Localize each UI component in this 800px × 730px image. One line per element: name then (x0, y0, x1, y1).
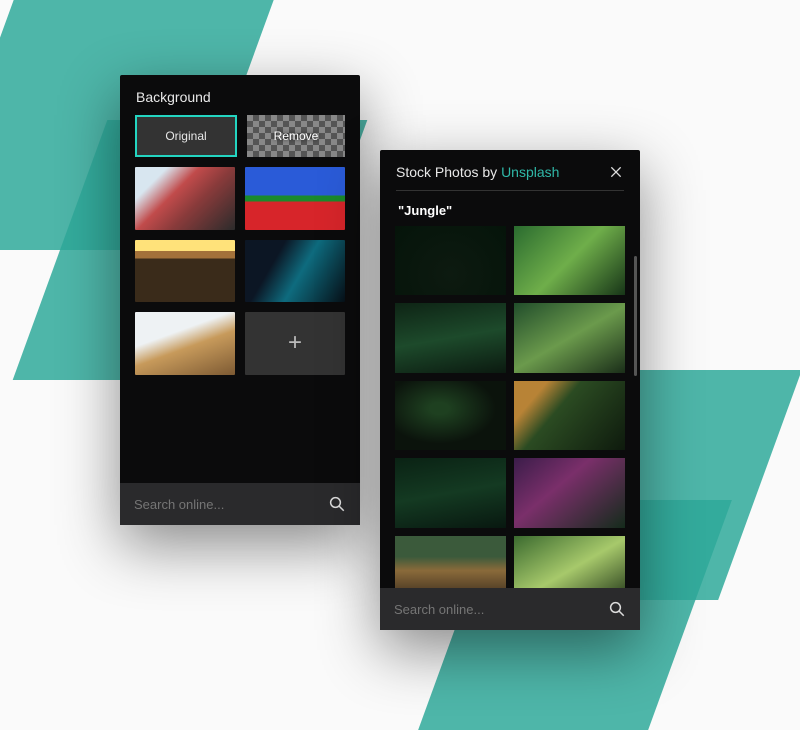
stock-thumb[interactable] (514, 303, 625, 372)
background-thumb[interactable] (245, 167, 345, 230)
stock-thumb[interactable] (395, 458, 506, 527)
background-mode-row: Original Remove (120, 115, 360, 167)
stock-thumb[interactable] (514, 458, 625, 527)
background-panel: Background Original Remove + (120, 75, 360, 525)
stock-thumb[interactable] (395, 303, 506, 372)
stock-thumb[interactable] (514, 226, 625, 295)
results-scroll-area (380, 226, 640, 588)
search-bar (120, 483, 360, 525)
background-thumb[interactable] (135, 167, 235, 230)
stock-photos-panel: Stock Photos by Unsplash "Jungle" (380, 150, 640, 630)
search-icon[interactable] (328, 495, 346, 513)
panel-title: Stock Photos by Unsplash (396, 164, 559, 180)
stock-thumb[interactable] (395, 226, 506, 295)
background-thumb[interactable] (245, 240, 345, 303)
results-grid (395, 226, 625, 588)
stock-thumb[interactable] (514, 381, 625, 450)
background-thumb-grid: + (120, 167, 360, 375)
search-bar (380, 588, 640, 630)
search-input[interactable] (394, 602, 598, 617)
search-input[interactable] (134, 497, 318, 512)
background-thumb[interactable] (135, 240, 235, 303)
panel-title: Background (120, 75, 360, 115)
search-icon[interactable] (608, 600, 626, 618)
background-thumb[interactable] (135, 312, 235, 375)
stock-thumb[interactable] (395, 536, 506, 589)
original-option[interactable]: Original (135, 115, 237, 157)
remove-option[interactable]: Remove (247, 115, 345, 157)
panel-header: Stock Photos by Unsplash (380, 150, 640, 190)
stock-thumb[interactable] (395, 381, 506, 450)
stock-thumb[interactable] (514, 536, 625, 589)
divider (396, 190, 624, 191)
search-query-label: "Jungle" (380, 201, 640, 226)
title-prefix: Stock Photos by (396, 164, 501, 180)
scrollbar-thumb[interactable] (634, 256, 637, 376)
add-background-button[interactable]: + (245, 312, 345, 375)
close-icon[interactable] (608, 164, 624, 180)
provider-link[interactable]: Unsplash (501, 164, 559, 180)
